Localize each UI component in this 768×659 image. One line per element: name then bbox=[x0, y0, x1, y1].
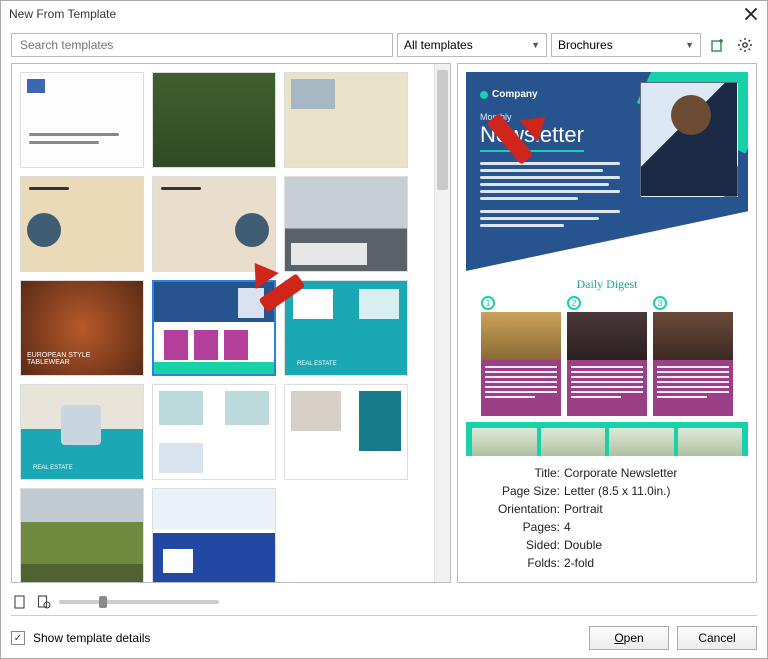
template-thumbnail[interactable] bbox=[152, 384, 276, 480]
template-thumbnail[interactable] bbox=[152, 72, 276, 168]
preview-pane: Company Monthly Newsletter Daily Digest bbox=[457, 63, 757, 583]
card-number: 3 bbox=[653, 296, 667, 310]
preview-company-label: Company bbox=[492, 89, 538, 100]
meta-sided-key: Sided: bbox=[470, 536, 560, 554]
meta-folds-key: Folds: bbox=[470, 554, 560, 572]
preview-photo bbox=[640, 82, 738, 197]
cancel-button[interactable]: Cancel bbox=[677, 626, 757, 650]
chevron-down-icon: ▼ bbox=[531, 40, 540, 50]
template-thumbnail[interactable] bbox=[284, 72, 408, 168]
meta-size-value: Letter (8.5 x 11.0in.) bbox=[564, 482, 671, 500]
filter-type-value: All templates bbox=[404, 38, 473, 52]
preview-title: Newsletter bbox=[480, 122, 584, 152]
scrollbar[interactable] bbox=[434, 64, 450, 582]
search-field[interactable] bbox=[18, 37, 386, 53]
chevron-down-icon: ▼ bbox=[685, 40, 694, 50]
meta-sided-value: Double bbox=[564, 536, 602, 554]
settings-gear-icon[interactable] bbox=[733, 33, 757, 57]
zoom-slider[interactable] bbox=[59, 600, 219, 604]
template-thumbnail[interactable] bbox=[152, 488, 276, 582]
meta-orientation-key: Orientation: bbox=[470, 500, 560, 518]
template-thumbnail[interactable]: REAL ESTATE bbox=[20, 384, 144, 480]
preview-digest-heading: Daily Digest bbox=[466, 277, 748, 292]
template-grid[interactable]: EUROPEAN STYLETABLEWEAR REAL ESTATE REAL… bbox=[12, 64, 434, 582]
filter-dropdown-type[interactable]: All templates ▼ bbox=[397, 33, 547, 57]
meta-title-key: Title: bbox=[470, 464, 560, 482]
meta-pages-key: Pages: bbox=[470, 518, 560, 536]
close-icon[interactable] bbox=[741, 4, 761, 24]
import-template-icon[interactable] bbox=[705, 33, 729, 57]
filter-dropdown-category[interactable]: Brochures ▼ bbox=[551, 33, 701, 57]
template-thumbnail[interactable]: REAL ESTATE bbox=[284, 280, 408, 376]
scrollbar-thumb[interactable] bbox=[437, 70, 448, 190]
meta-orientation-value: Portrait bbox=[564, 500, 603, 518]
meta-folds-value: 2-fold bbox=[564, 554, 594, 572]
search-input[interactable] bbox=[11, 33, 393, 57]
meta-title-value: Corporate Newsletter bbox=[564, 464, 677, 482]
show-details-checkbox[interactable]: ✓ bbox=[11, 631, 25, 645]
meta-size-key: Page Size: bbox=[470, 482, 560, 500]
template-thumbnail[interactable] bbox=[20, 176, 144, 272]
card-number: 1 bbox=[481, 296, 495, 310]
divider bbox=[11, 615, 757, 616]
template-thumbnail[interactable] bbox=[20, 72, 144, 168]
card-number: 2 bbox=[567, 296, 581, 310]
preview-plant-strip bbox=[466, 422, 748, 456]
open-button[interactable]: Open bbox=[589, 626, 669, 650]
template-thumbnail-selected[interactable] bbox=[152, 280, 276, 376]
template-thumbnail[interactable] bbox=[284, 384, 408, 480]
template-metadata: Title:Corporate Newsletter Page Size:Let… bbox=[458, 456, 756, 582]
filter-category-value: Brochures bbox=[558, 38, 613, 52]
zoom-slider-knob[interactable] bbox=[99, 596, 107, 608]
page-settings-icon[interactable] bbox=[35, 593, 53, 611]
new-blank-icon[interactable] bbox=[11, 593, 29, 611]
window-title: New From Template bbox=[9, 7, 116, 21]
meta-pages-value: 4 bbox=[564, 518, 571, 536]
template-thumbnail[interactable] bbox=[152, 176, 276, 272]
template-thumbnail[interactable] bbox=[20, 488, 144, 582]
template-preview: Company Monthly Newsletter Daily Digest bbox=[466, 72, 748, 456]
template-thumbnail[interactable]: EUROPEAN STYLETABLEWEAR bbox=[20, 280, 144, 376]
template-thumbnail[interactable] bbox=[284, 176, 408, 272]
show-details-label: Show template details bbox=[33, 631, 150, 645]
